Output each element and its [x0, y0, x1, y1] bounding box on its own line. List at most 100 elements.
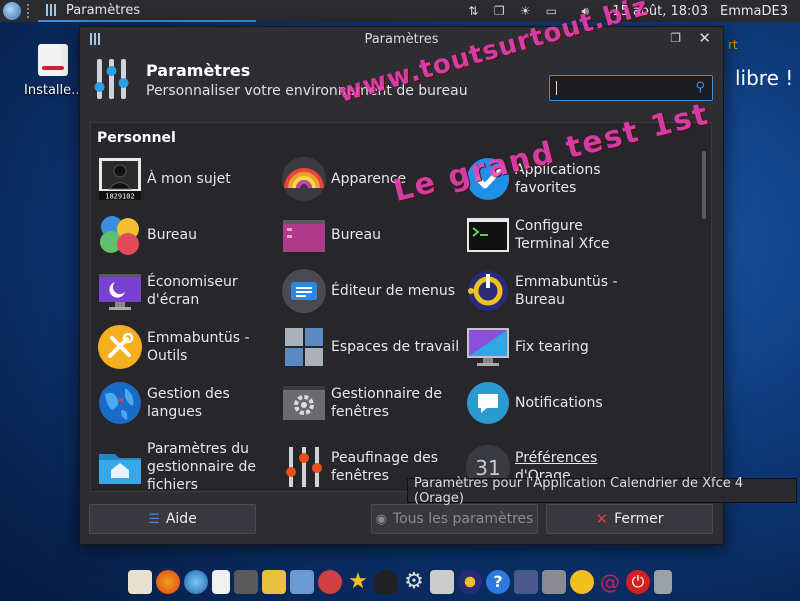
- user-name[interactable]: EmmaDE3: [720, 4, 788, 19]
- settings-sliders-icon: [46, 4, 56, 16]
- app-menu-logo-icon[interactable]: [3, 2, 21, 20]
- settings-item-label: Emmabuntüs - Bureau: [515, 274, 618, 308]
- video-icon[interactable]: [234, 570, 258, 594]
- settings-item-screensaver[interactable]: Économiseur d'écran: [97, 267, 277, 315]
- settings-item-label: Paramètres du gestionnaire de fichiers: [147, 441, 256, 492]
- power-icon[interactable]: ⏻: [626, 570, 650, 594]
- settings-item-fix-tearing[interactable]: Fix tearing: [465, 323, 645, 371]
- settings-item-label: Espaces de travail: [331, 339, 460, 355]
- color-circles-icon: [100, 216, 139, 255]
- settings-sliders-icon: [90, 33, 100, 45]
- folder-home-icon: [99, 454, 141, 484]
- tooltip: Paramètres pour l'Application Calendrier…: [407, 476, 797, 506]
- settings-item-languages[interactable]: Gestion des langues: [97, 379, 277, 427]
- maximize-icon[interactable]: ❐: [670, 31, 681, 45]
- taskbar-item-parametres[interactable]: Paramètres: [38, 0, 256, 22]
- taskbar-item-label: Paramètres: [66, 2, 141, 18]
- bulb-icon[interactable]: ☀: [518, 4, 532, 18]
- settings-item-terminal[interactable]: Configure Terminal Xfce: [465, 211, 645, 259]
- search-icon[interactable]: ⚲: [695, 80, 705, 95]
- screensaver-icon: [99, 274, 141, 310]
- settings-item-about-me[interactable]: 1829102 À mon sujet: [97, 155, 277, 203]
- clipboard-icon[interactable]: ❐: [492, 4, 506, 18]
- tweaks-icon: [286, 447, 322, 487]
- settings-item-desktop-2[interactable]: Bureau: [281, 211, 461, 259]
- document-icon[interactable]: [212, 570, 230, 594]
- header-title: Paramètres: [146, 61, 251, 80]
- close-button-label: Fermer: [614, 511, 664, 527]
- window-manager-icon: [283, 386, 325, 420]
- scrollbar[interactable]: [702, 151, 706, 219]
- wallpaper-brand-text-2: libre !: [735, 66, 794, 90]
- monitor-icon: [467, 328, 509, 366]
- star-icon[interactable]: ★: [346, 570, 370, 594]
- menu-editor-icon: [282, 269, 326, 313]
- text-caret: [556, 81, 557, 95]
- close-button[interactable]: ✕ Fermer: [546, 504, 713, 534]
- gear-icon[interactable]: ⚙: [402, 570, 426, 594]
- media-folder-icon[interactable]: [262, 570, 286, 594]
- tools-icon: [98, 325, 142, 369]
- workspaces-icon: [285, 328, 323, 366]
- help-circle-icon[interactable]: ?: [486, 570, 510, 594]
- settings-item-window-manager[interactable]: Gestionnaire de fenêtres: [281, 379, 461, 427]
- panel-separator: [27, 4, 30, 18]
- emmabuntus-icon[interactable]: [458, 570, 482, 594]
- window-titlebar[interactable]: Paramètres ❐ ✕: [80, 27, 723, 51]
- desktop-window-icon: [283, 220, 325, 252]
- category-heading: Personnel: [97, 130, 176, 146]
- games-icon[interactable]: [318, 570, 342, 594]
- network-transfer-icon[interactable]: ⇅: [466, 4, 480, 18]
- search-input[interactable]: ⚲: [549, 75, 713, 101]
- photo-icon[interactable]: [290, 570, 314, 594]
- dock: ★ ⚙ ? @ ⏻: [0, 563, 800, 601]
- settings-item-label: À mon sujet: [147, 171, 231, 187]
- trash-icon[interactable]: [654, 570, 672, 594]
- window-title: Paramètres: [364, 31, 439, 47]
- terminal-icon: [467, 218, 509, 252]
- settings-item-label: Gestion des langues: [147, 386, 230, 420]
- linux-tux-icon[interactable]: [374, 570, 398, 594]
- settings-item-label: Emmabuntüs - Outils: [147, 330, 250, 364]
- help-icon: ☰: [148, 511, 160, 527]
- settings-app-icon: [94, 59, 129, 99]
- window-switcher-icon[interactable]: [542, 570, 566, 594]
- all-settings-button-label: Tous les paramètres: [392, 511, 534, 527]
- settings-item-emmabuntus-desktop[interactable]: Emmabuntüs - Bureau: [465, 267, 645, 315]
- debian-swirl-icon[interactable]: @: [598, 570, 622, 594]
- settings-item-label: Gestionnaire de fenêtres: [331, 386, 442, 420]
- globe-icon: [99, 382, 141, 424]
- id-number: 1829102: [105, 193, 135, 201]
- camera-icon[interactable]: [430, 570, 454, 594]
- home-icon[interactable]: [128, 570, 152, 594]
- settings-item-label: Éditeur de menus: [331, 283, 456, 299]
- help-button[interactable]: ☰ Aide: [89, 504, 256, 534]
- help-button-label: Aide: [165, 511, 197, 527]
- notes-icon[interactable]: [570, 570, 594, 594]
- settings-panel-icon[interactable]: [514, 570, 538, 594]
- settings-item-menu-editor[interactable]: Éditeur de menus: [281, 267, 461, 315]
- settings-item-label: Notifications: [515, 395, 603, 411]
- settings-item-label: Fix tearing: [515, 339, 589, 355]
- browser-globe-icon[interactable]: [184, 570, 208, 594]
- close-icon[interactable]: ✕: [698, 29, 711, 47]
- wallpaper-brand-text: rt: [728, 38, 738, 52]
- rainbow-icon: [282, 157, 326, 201]
- firefox-icon[interactable]: [156, 570, 180, 594]
- settings-window: Paramètres ❐ ✕ Paramètres Personnaliser …: [79, 26, 724, 545]
- settings-item-notifications[interactable]: Notifications: [465, 379, 645, 427]
- settings-item-label: Bureau: [331, 227, 381, 243]
- settings-item-label: Économiseur d'écran: [147, 274, 238, 308]
- settings-item-label: Bureau: [147, 227, 197, 243]
- settings-item-desktop-1[interactable]: Bureau: [97, 211, 277, 259]
- all-settings-button[interactable]: ◉ Tous les paramètres: [371, 504, 538, 534]
- user-id-icon: 1829102: [99, 158, 141, 201]
- settings-item-emmabuntus-tools[interactable]: Emmabuntüs - Outils: [97, 323, 277, 371]
- top-panel: Paramètres ⇅ ❐ ☀ ▭ 🔊︎ 15 août, 18:03 Emm…: [0, 0, 800, 22]
- notification-icon: [467, 382, 509, 424]
- settings-item-file-manager[interactable]: Paramètres du gestionnaire de fichiers: [97, 440, 277, 492]
- settings-icon: ◉: [375, 511, 387, 527]
- settings-item-workspaces[interactable]: Espaces de travail: [281, 323, 461, 371]
- emmabuntus-desktop-icon: [468, 271, 508, 311]
- settings-item-label: Configure Terminal Xfce: [515, 218, 610, 252]
